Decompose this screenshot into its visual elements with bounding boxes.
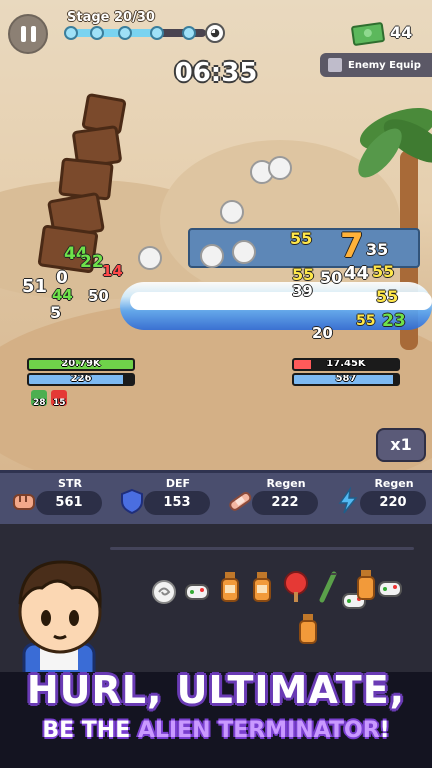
- game-controller-icon: [138, 246, 162, 270]
- stat-value: 220: [360, 491, 426, 515]
- damage-number: 55: [356, 313, 376, 329]
- stat-name: STR: [58, 477, 82, 490]
- swirl-cloud-icon: [220, 200, 244, 224]
- damage-number: 14: [102, 262, 123, 280]
- pause-button[interactable]: [8, 14, 48, 54]
- damage-number: 7: [340, 226, 364, 266]
- fist-icon: [13, 494, 35, 510]
- stat-name: Regen: [266, 477, 306, 490]
- damage-number: 55: [376, 287, 399, 306]
- cat-boss-icon: ◕: [205, 23, 225, 43]
- swirl-cloud-icon: [268, 156, 292, 180]
- damage-number: 23: [382, 311, 406, 331]
- buff-count: 15: [53, 398, 66, 408]
- stage-label: Stage 20/30: [67, 10, 155, 25]
- damage-number: 22: [80, 252, 104, 272]
- inventory-item[interactable]: [216, 570, 244, 604]
- stat-value: 153: [144, 491, 210, 515]
- equipment-icon: [328, 58, 342, 72]
- buff-count: 28: [33, 398, 46, 408]
- inventory-item[interactable]: [314, 570, 342, 604]
- stat-regen: Regen 222: [216, 473, 324, 527]
- inventory-item[interactable]: [248, 570, 276, 604]
- player-hp-text: 20.79K: [61, 358, 101, 369]
- stage-progress-bar: [64, 26, 206, 40]
- speed-toggle-button[interactable]: x1: [376, 428, 426, 462]
- pause-icon: [20, 26, 26, 42]
- enemy-equip-label: Enemy Equip: [348, 59, 421, 71]
- player-hp-bar: 20.79K: [27, 358, 135, 371]
- battle-scene: 44 22 14 51 0 44 50 5 55 7 35 55 50 44 5…: [0, 0, 432, 470]
- damage-number: 5: [50, 303, 62, 322]
- damage-number: 50: [88, 287, 109, 305]
- player-shield-text: 226: [70, 373, 92, 384]
- damage-number: 39: [292, 282, 313, 300]
- enemy-shield-bar: 587: [292, 373, 400, 386]
- inventory-item[interactable]: [294, 612, 322, 646]
- enemy-hp-text: 17.45K: [326, 358, 366, 369]
- player-shield-bar: 226: [27, 373, 135, 386]
- damage-number: 0: [56, 268, 68, 288]
- cash-stack-icon: [350, 21, 386, 47]
- lightning-icon: [338, 487, 358, 514]
- stat-def: DEF 153: [108, 473, 216, 527]
- inventory-item[interactable]: [282, 570, 310, 604]
- stat-str: STR 561: [0, 473, 108, 527]
- inventory-item[interactable]: [183, 575, 211, 609]
- inventory-item[interactable]: [150, 575, 178, 609]
- stats-panel: STR 561 DEF 153 Regen 222 Regen 220: [0, 470, 432, 524]
- damage-number: 55: [372, 262, 395, 281]
- stat-value: 222: [252, 491, 318, 515]
- bandage-icon: [229, 491, 252, 511]
- damage-number: 55: [290, 229, 313, 248]
- promo-headline: HURL, ULTIMATE,: [26, 668, 406, 712]
- stat-name: Regen: [374, 477, 414, 490]
- damage-number: 51: [22, 276, 48, 297]
- damage-number: 44: [52, 286, 73, 304]
- stat-value: 561: [36, 491, 102, 515]
- enemy-shield-text: 587: [335, 373, 357, 384]
- damage-number: 44: [344, 263, 370, 284]
- game-controller-icon: [232, 240, 256, 264]
- stat-regen-energy: Regen 220: [324, 473, 432, 527]
- inventory-item[interactable]: [376, 572, 404, 606]
- stat-name: DEF: [165, 477, 191, 490]
- damage-number: 20: [312, 324, 333, 342]
- swirl-cloud-icon: [200, 244, 224, 268]
- promo-subline: BE THE ALIEN TERMINATOR!: [42, 718, 390, 743]
- enemy-hp-bar: 17.45K: [292, 358, 400, 371]
- shield-icon: [121, 488, 143, 515]
- damage-number: 35: [366, 240, 389, 259]
- damage-number: 50: [320, 268, 343, 287]
- cash-count: 44: [390, 23, 413, 42]
- enemy-equip-button[interactable]: Enemy Equip: [320, 53, 432, 77]
